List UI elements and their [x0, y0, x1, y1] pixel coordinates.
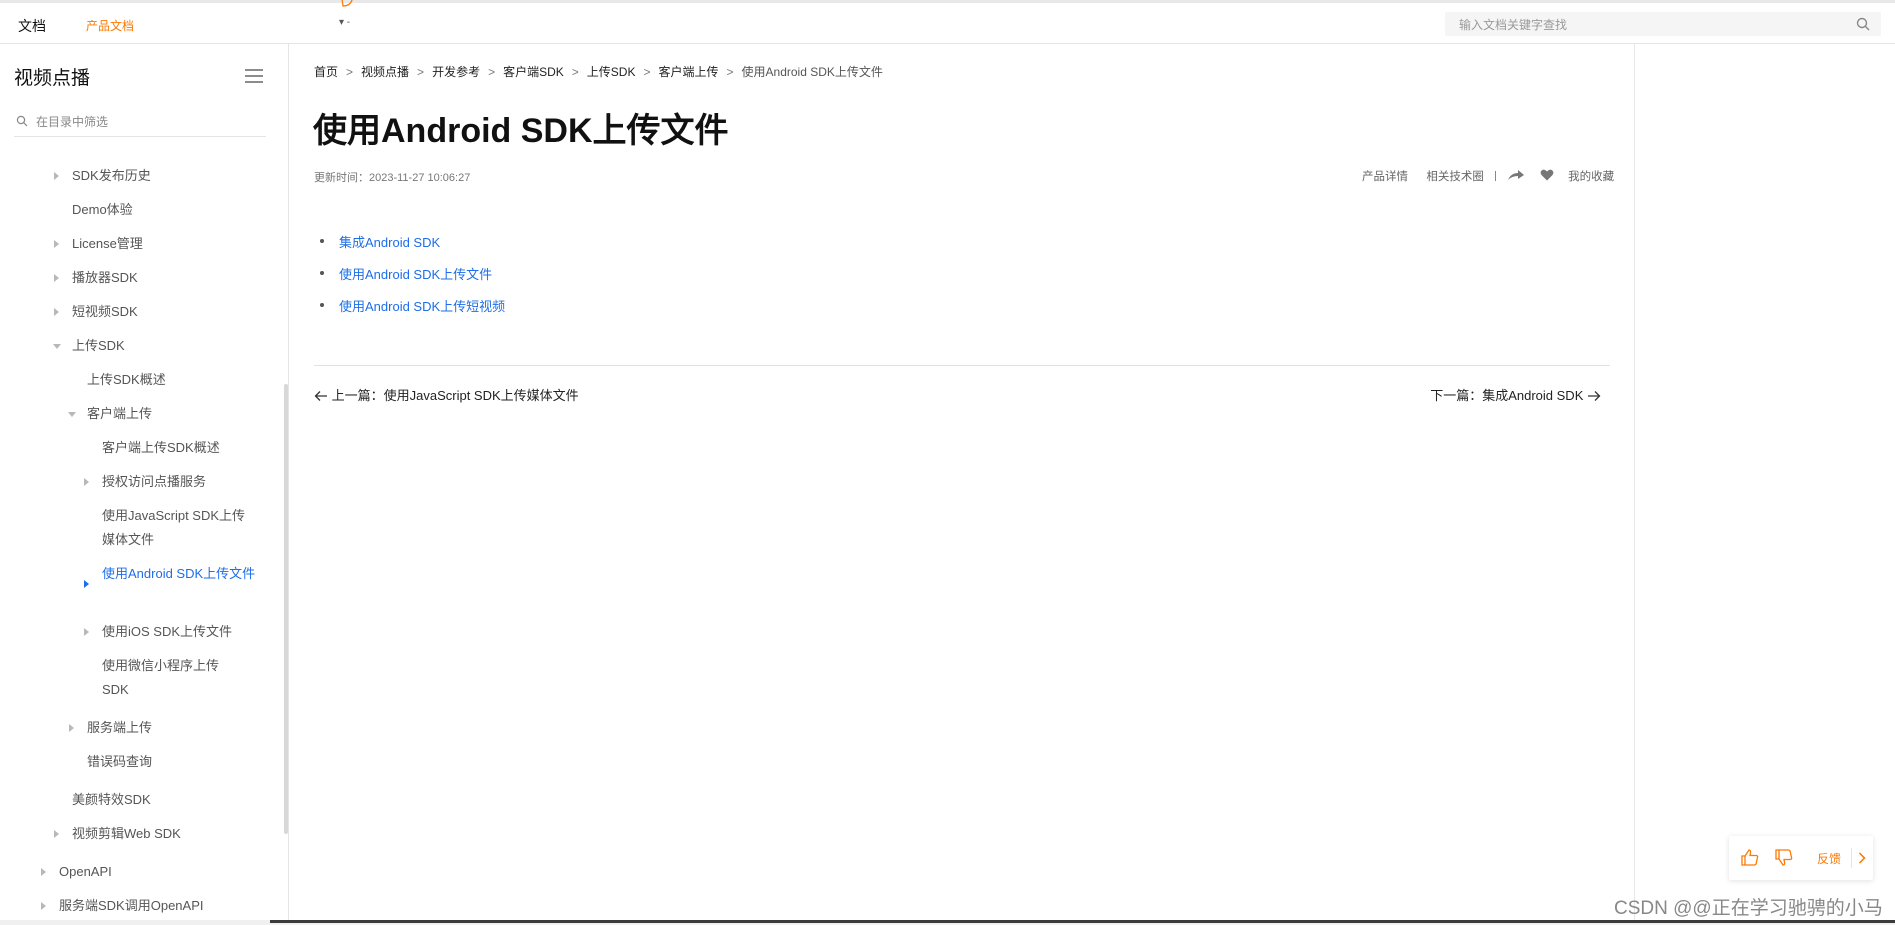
breadcrumb-separator: > [643, 65, 651, 79]
share-icon [1508, 169, 1525, 180]
breadcrumb-client-upload[interactable]: 客户端上传 [659, 63, 719, 80]
expand-arrow-icon [69, 724, 74, 732]
breadcrumb-dev-reference[interactable]: 开发参考 [432, 63, 480, 80]
breadcrumb-vod[interactable]: 视频点播 [361, 63, 409, 80]
expand-arrow-icon [54, 172, 59, 180]
feedback-widget: 反馈 [1729, 836, 1873, 880]
sidebar-item-demo[interactable]: Demo体验 [72, 198, 133, 222]
thumbs-down-icon[interactable] [1775, 849, 1793, 866]
breadcrumb-separator: > [571, 65, 579, 79]
sidebar-item-beauty-sdk[interactable]: 美颜特效SDK [72, 788, 151, 812]
expand-arrow-icon [54, 308, 59, 316]
sidebar-item-client-upload-overview[interactable]: 客户端上传SDK概述 [102, 436, 220, 460]
arrow-right-icon [1588, 391, 1601, 401]
expand-arrow-icon [84, 628, 89, 636]
watermark: CSDN @@正在学习驰骋的小马 [1614, 898, 1883, 919]
content-divider [314, 365, 1610, 366]
arrow-left-icon [314, 391, 327, 401]
sidebar-item-error-codes[interactable]: 错误码查询 [87, 750, 152, 774]
collapse-arrow-icon [68, 412, 76, 417]
update-time: 更新时间：2023-11-27 10:06:27 [314, 172, 471, 184]
sidebar: 视频点播 SDK发布历史 Demo体验 License管理 播放器SDK 短视频… [0, 44, 289, 925]
breadcrumb-client-sdk[interactable]: 客户端SDK [503, 63, 564, 80]
sidebar-item-player-sdk[interactable]: 播放器SDK [54, 266, 138, 290]
product-detail-link[interactable]: 产品详情 [1362, 168, 1408, 184]
sidebar-item-wechat-upload[interactable]: 使用微信小程序上传SDK [102, 654, 230, 702]
bottom-scrollbar [0, 920, 1895, 925]
menu-toggle-icon[interactable] [245, 69, 263, 83]
breadcrumb-home[interactable]: 首页 [314, 63, 338, 80]
sidebar-item-server-sdk-openapi[interactable]: 服务端SDK调用OpenAPI [41, 894, 204, 918]
expand-arrow-icon [84, 478, 89, 486]
sidebar-filter [14, 108, 266, 137]
search-box [1445, 12, 1881, 36]
next-article-label: 下一篇：集成Android SDK [1430, 388, 1584, 403]
favorite-button[interactable] [1540, 169, 1554, 184]
breadcrumb-separator: > [488, 65, 496, 79]
sidebar-item-short-video-sdk[interactable]: 短视频SDK [54, 300, 138, 324]
expand-arrow-icon [41, 902, 46, 910]
expand-arrow-icon [41, 868, 46, 876]
next-article-link[interactable]: 下一篇：集成Android SDK [1430, 385, 1601, 404]
divider [1851, 848, 1852, 868]
sidebar-item-client-upload[interactable]: 客户端上传 [68, 402, 152, 426]
sidebar-item-sdk-history[interactable]: SDK发布历史 [54, 164, 151, 188]
sidebar-scrollbar[interactable] [284, 384, 288, 834]
share-button[interactable] [1507, 169, 1525, 184]
search-icon[interactable] [1855, 16, 1871, 32]
breadcrumb: 首页 > 视频点播 > 开发参考 > 客户端SDK > 上传SDK > 客户端上传 > 使用Androi… [314, 63, 883, 80]
brand-title[interactable]: 文档 [18, 16, 46, 36]
product-docs-link[interactable]: 产品文档 [86, 17, 134, 34]
page-title: 使用Android SDK上传文件 [313, 112, 729, 150]
sidebar-item-openapi[interactable]: OpenAPI [41, 860, 112, 884]
top-bar: 文档 产品文档 ▾ - [0, 0, 1895, 44]
meta-links: 产品详情 相关技术圈 我的收藏 [1362, 168, 1614, 184]
sidebar-item-upload-sdk-overview[interactable]: 上传SDK概述 [87, 368, 166, 392]
active-arrow-icon [84, 580, 89, 588]
filter-search-icon [16, 115, 28, 127]
scrollbar-thumb[interactable] [270, 920, 1895, 923]
my-favorites-link[interactable]: 我的收藏 [1568, 168, 1614, 184]
heart-icon [1540, 169, 1554, 180]
breadcrumb-separator: > [346, 65, 354, 79]
sidebar-item-server-upload[interactable]: 服务端上传 [69, 716, 152, 740]
feedback-button[interactable]: 反馈 [1817, 850, 1841, 867]
expand-arrow-icon [54, 240, 59, 248]
divider [1495, 171, 1497, 181]
breadcrumb-current: 使用Android SDK上传文件 [741, 65, 883, 79]
link-android-sdk-upload-file[interactable]: 使用Android SDK上传文件 [339, 264, 492, 283]
sidebar-item-upload-sdk[interactable]: 上传SDK [53, 334, 125, 358]
expand-arrow-icon [54, 830, 59, 838]
tech-circle-link[interactable]: 相关技术圈 [1426, 168, 1484, 184]
sidebar-item-authorize-access[interactable]: 授权访问点播服务 [84, 470, 206, 494]
search-input[interactable] [1457, 15, 1841, 35]
collapse-arrow-icon [53, 344, 61, 349]
sidebar-item-license[interactable]: License管理 [54, 232, 143, 256]
link-android-sdk-upload-short-video[interactable]: 使用Android SDK上传短视频 [339, 296, 505, 315]
sidebar-filter-input[interactable] [34, 112, 258, 132]
logo-icon [341, 0, 353, 7]
breadcrumb-upload-sdk[interactable]: 上传SDK [587, 63, 636, 80]
prev-article-label: 上一篇：使用JavaScript SDK上传媒体文件 [331, 388, 579, 403]
sidebar-item-video-edit-web-sdk[interactable]: 视频剪辑Web SDK [54, 822, 181, 846]
right-rail-divider [1634, 44, 1635, 925]
prev-article-link[interactable]: 上一篇：使用JavaScript SDK上传媒体文件 [314, 385, 579, 404]
sidebar-title: 视频点播 [14, 68, 91, 89]
sidebar-item-ios-sdk-upload[interactable]: 使用iOS SDK上传文件 [84, 620, 232, 644]
chevron-right-icon[interactable] [1858, 852, 1866, 864]
expand-arrow-icon [54, 274, 59, 282]
breadcrumb-separator: > [726, 65, 734, 79]
sidebar-item-android-sdk-upload[interactable]: 使用Android SDK上传文件 [84, 562, 256, 588]
thumbs-up-icon[interactable] [1741, 849, 1759, 866]
link-integrate-android-sdk[interactable]: 集成Android SDK [339, 232, 440, 251]
product-dropdown[interactable]: ▾ - [339, 17, 350, 28]
breadcrumb-separator: > [417, 65, 425, 79]
sidebar-item-js-sdk-upload[interactable]: 使用JavaScript SDK上传媒体文件 [102, 504, 252, 552]
